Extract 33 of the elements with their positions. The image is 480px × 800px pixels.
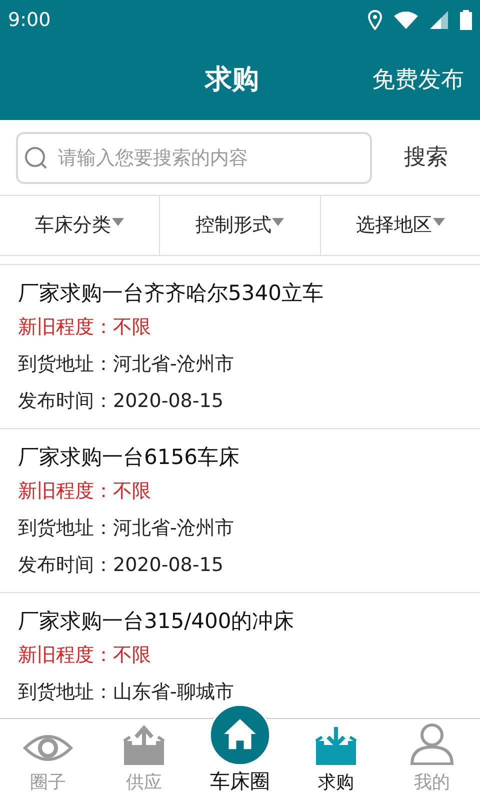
filter-dropdown[interactable]: 选择地区 xyxy=(320,196,480,255)
upload-tray-icon xyxy=(122,725,166,765)
listing-card[interactable]: 厂家求购一台6156车床 新旧程度：不限 到货地址：河北省-沧州市 发布时间：2020-08-15 xyxy=(0,429,480,593)
listing-title: 厂家求购一台6156车床 xyxy=(18,444,240,471)
search-button[interactable]: 搜索 xyxy=(388,141,464,174)
listing-address: 到货地址：河北省-沧州市 xyxy=(18,352,235,377)
search-icon xyxy=(24,146,48,170)
page-title: 求购 xyxy=(205,62,259,97)
filter-dropdown[interactable]: 车床分类 xyxy=(0,196,160,255)
listing-date: 发布时间：2020-08-15 xyxy=(18,553,224,578)
listing-card[interactable]: 厂家求购一台齐齐哈尔5340立车 新旧程度：不限 到货地址：河北省-沧州市 发布时间：2020-08-15 xyxy=(0,265,480,429)
listing-condition: 新旧程度：不限 xyxy=(18,643,152,668)
location-icon xyxy=(368,10,382,30)
listing-address: 到货地址：山东省-聊城市 xyxy=(18,680,235,705)
listing-condition: 新旧程度：不限 xyxy=(18,479,152,504)
caret-icon xyxy=(432,218,445,226)
download-tray-icon xyxy=(314,725,358,765)
signal-icon xyxy=(430,11,448,29)
user-icon xyxy=(410,723,454,765)
free-post-button[interactable]: 免费发布 xyxy=(372,62,464,98)
caret-icon xyxy=(112,218,124,226)
listing-title: 厂家求购一台315/400的冲床 xyxy=(18,608,296,635)
listing-date: 发布时间：2020-08-15 xyxy=(18,389,224,414)
battery-icon xyxy=(460,10,472,30)
listing-address: 到货地址：河北省-沧州市 xyxy=(18,516,235,541)
listing-condition: 新旧程度：不限 xyxy=(18,315,152,340)
status-time: 9:00 xyxy=(8,8,51,33)
filter-dropdown[interactable]: 控制形式 xyxy=(160,196,321,255)
search-field[interactable]: 请输入您要搜索的内容 xyxy=(16,132,372,184)
listing-title: 厂家求购一台齐齐哈尔5340立车 xyxy=(18,280,324,307)
nav-tab[interactable]: 求购 xyxy=(288,719,384,800)
wifi-icon xyxy=(394,11,418,29)
caret-icon xyxy=(272,218,284,226)
